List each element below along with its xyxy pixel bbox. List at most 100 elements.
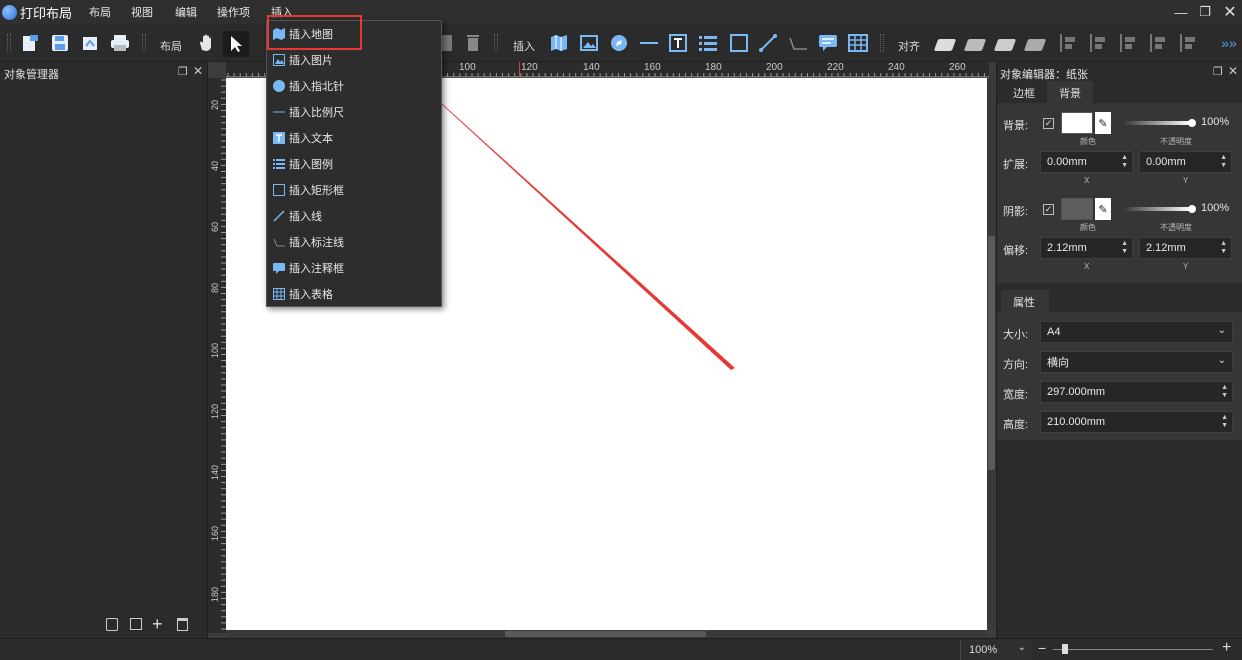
menu-item-insert-line[interactable]: 插入线 (267, 203, 441, 229)
align-middle-icon[interactable] (1178, 32, 1200, 54)
menu-item-insert-table[interactable]: 插入表格 (267, 281, 441, 307)
zoom-out-icon[interactable]: − (1038, 640, 1046, 656)
eyedropper-icon[interactable]: ✎ (1095, 198, 1111, 220)
x-caption: X (1084, 176, 1090, 185)
properties-tab[interactable]: 属性 (1001, 290, 1049, 312)
insert-callout-line-icon[interactable] (787, 32, 809, 54)
send-to-back-icon[interactable] (1023, 34, 1047, 56)
insert-map-icon[interactable] (548, 32, 570, 54)
menu-item-insert-text[interactable]: 插入文本 (267, 125, 441, 151)
close-icon[interactable]: ✕ (1221, 3, 1239, 21)
add-icon[interactable]: + (152, 614, 163, 635)
spinner-icon[interactable]: ▲ ▼ (1121, 240, 1128, 256)
extend-x-input[interactable]: 0.00mm ▲ ▼ (1040, 151, 1133, 173)
background-checkbox[interactable]: ✓ (1043, 118, 1054, 129)
tab-background[interactable]: 背景 (1047, 81, 1093, 103)
insert-compass-icon[interactable] (608, 32, 630, 54)
float-panel-icon[interactable]: ❐ (1213, 65, 1223, 78)
restore-icon[interactable]: ❐ (1196, 3, 1214, 21)
toolbar-grip (880, 34, 884, 52)
insert-table-icon[interactable] (847, 32, 869, 54)
toolbar-grip (494, 34, 498, 52)
float-panel-icon[interactable]: ❐ (178, 65, 188, 78)
menu-edit[interactable]: 编辑 (175, 4, 197, 20)
bring-forward-icon[interactable] (963, 34, 987, 56)
align-right-icon[interactable] (1118, 32, 1140, 54)
menu-item-label: 插入图片 (289, 55, 333, 67)
align-top-icon[interactable] (1148, 32, 1170, 54)
spinner-icon[interactable]: ▲ ▼ (1220, 240, 1227, 256)
size-select[interactable]: A4 ⌄ (1040, 321, 1233, 343)
shadow-opacity-knob[interactable] (1188, 205, 1196, 213)
insert-image-icon[interactable] (578, 32, 600, 54)
menu-item-insert-compass[interactable]: 插入指北针 (267, 73, 441, 99)
orientation-select[interactable]: 横向 ⌄ (1040, 351, 1233, 373)
zoom-slider-handle[interactable] (1062, 644, 1068, 654)
offset-x-input[interactable]: 2.12mm ▲ ▼ (1040, 237, 1133, 259)
width-input[interactable]: 297.000mm ▲ ▼ (1040, 381, 1233, 403)
zoom-slider[interactable] (1053, 649, 1213, 650)
menu-operations[interactable]: 操作项 (217, 4, 250, 20)
insert-legend-icon[interactable] (697, 32, 719, 54)
shadow-opacity-slider[interactable] (1122, 207, 1190, 211)
opacity-slider[interactable] (1122, 121, 1190, 125)
shadow-checkbox[interactable]: ✓ (1043, 204, 1054, 215)
ruler-tick-label: 260 (949, 62, 966, 73)
minimize-icon[interactable]: — (1172, 3, 1190, 21)
ruler-tick-label: 80 (210, 282, 220, 293)
eyedropper-icon[interactable]: ✎ (1095, 112, 1111, 134)
chevron-down-icon: ⌄ (1217, 355, 1226, 366)
delete-icon[interactable] (177, 618, 188, 631)
align-left-icon[interactable] (1058, 32, 1080, 54)
size-value: A4 (1047, 326, 1061, 338)
spinner-icon[interactable]: ▲ ▼ (1121, 154, 1128, 170)
menu-item-insert-callout-line[interactable]: 插入标注线 (267, 229, 441, 255)
background-color-swatch[interactable] (1061, 112, 1093, 134)
height-label: 高度: (1003, 419, 1029, 431)
pan-hand-icon[interactable] (195, 32, 217, 54)
toolbar-overflow-icon[interactable]: »» (1218, 32, 1240, 54)
shadow-color-swatch[interactable] (1061, 198, 1093, 220)
insert-comment-icon[interactable] (817, 32, 839, 54)
spinner-icon[interactable]: ▲ ▼ (1221, 414, 1228, 430)
extend-y-input[interactable]: 0.00mm ▲ ▼ (1139, 151, 1232, 173)
spinner-icon[interactable]: ▲ ▼ (1220, 154, 1227, 170)
menu-item-insert-image[interactable]: 插入图片 (267, 47, 441, 73)
export-icon[interactable] (79, 32, 101, 54)
menu-layout[interactable]: 布局 (89, 4, 111, 20)
align-center-icon[interactable] (1088, 32, 1110, 54)
duplicate-icon[interactable] (130, 618, 142, 630)
bring-to-front-icon[interactable] (933, 34, 957, 56)
save-icon[interactable] (49, 32, 71, 54)
insert-scalebar-icon[interactable] (638, 32, 660, 54)
print-icon[interactable] (109, 32, 131, 54)
menu-view[interactable]: 视图 (131, 4, 153, 20)
opacity-caption: 不透明度 (1160, 223, 1192, 232)
select-arrow-icon[interactable] (223, 31, 249, 57)
zoom-in-icon[interactable]: + (1222, 639, 1231, 657)
text-icon (272, 131, 286, 145)
page-setup-icon[interactable] (19, 32, 41, 54)
orientation-value: 横向 (1047, 357, 1069, 369)
send-backward-icon[interactable] (993, 34, 1017, 56)
menu-item-insert-legend[interactable]: 插入图例 (267, 151, 441, 177)
vertical-scroll-thumb[interactable] (988, 236, 995, 470)
insert-text-icon[interactable] (667, 32, 689, 54)
opacity-slider-knob[interactable] (1188, 119, 1196, 127)
tab-border[interactable]: 边框 (1001, 81, 1047, 103)
close-panel-icon[interactable]: ✕ (193, 64, 203, 78)
ruler-tick-label: 120 (210, 403, 220, 419)
menu-item-insert-comment[interactable]: 插入注释框 (267, 255, 441, 281)
trash-toolbar-icon[interactable] (462, 32, 484, 54)
spinner-icon[interactable]: ▲ ▼ (1221, 384, 1228, 400)
insert-line-icon[interactable] (757, 32, 779, 54)
horizontal-scroll-thumb[interactable] (505, 631, 706, 637)
offset-y-input[interactable]: 2.12mm ▲ ▼ (1139, 237, 1232, 259)
height-input[interactable]: 210.000mm ▲ ▼ (1040, 411, 1233, 433)
menu-item-insert-rectangle[interactable]: 插入矩形框 (267, 177, 441, 203)
menu-item-insert-scalebar[interactable]: 插入比例尺 (267, 99, 441, 125)
zoom-select[interactable]: 100% ⌄ (960, 640, 1032, 660)
lock-icon[interactable] (106, 618, 118, 631)
insert-rectangle-icon[interactable] (728, 32, 750, 54)
close-panel-icon[interactable]: ✕ (1228, 64, 1238, 78)
